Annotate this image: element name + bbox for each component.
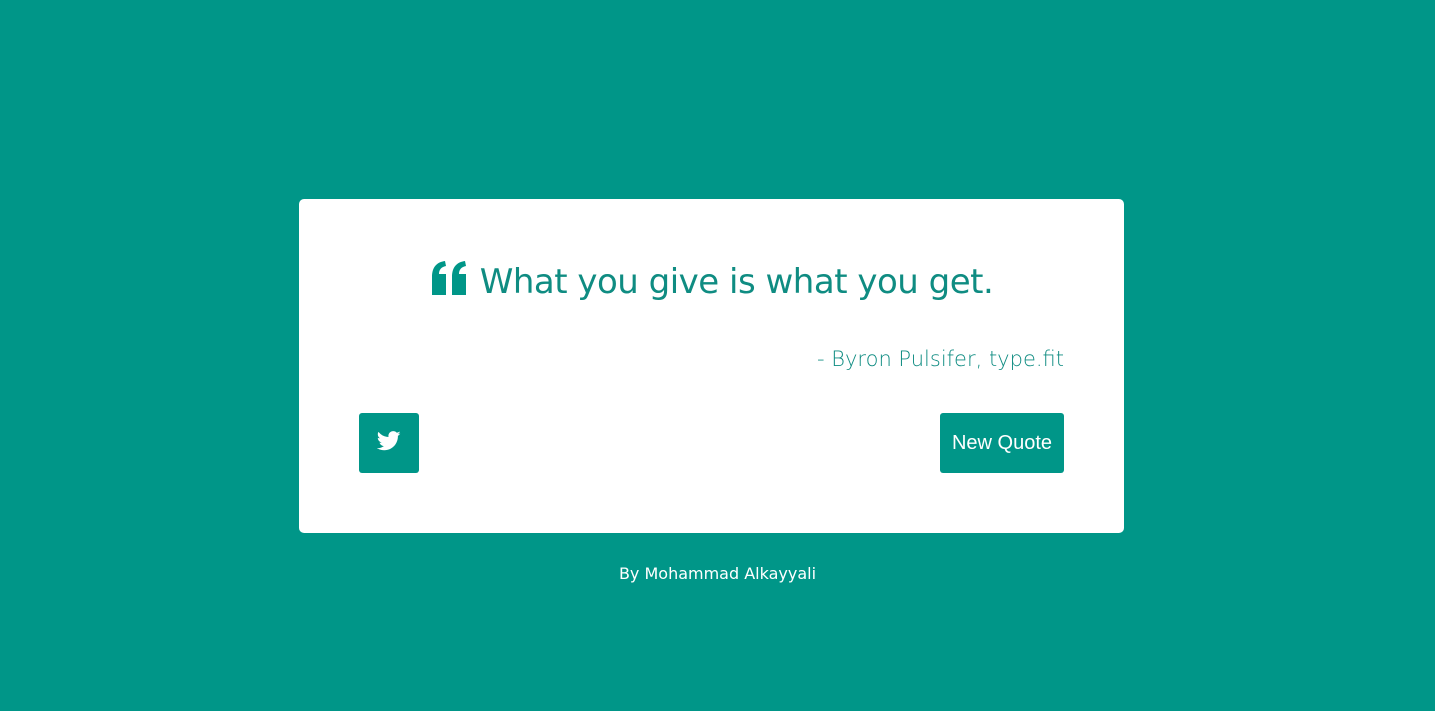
- quote-card: What you give is what you get. - Byron P…: [299, 199, 1124, 533]
- page: What you give is what you get. - Byron P…: [0, 0, 1435, 711]
- quote-author: - Byron Pulsifer, type.fit: [817, 347, 1064, 371]
- footer-credit: By Mohammad Alkayyali: [618, 564, 817, 583]
- quote-line: What you give is what you get.: [299, 257, 1124, 307]
- twitter-icon: [376, 431, 401, 455]
- tweet-button[interactable]: [359, 413, 419, 473]
- new-quote-button[interactable]: New Quote: [940, 413, 1064, 473]
- quote-left-icon: [430, 261, 470, 297]
- quote-text: What you give is what you get.: [479, 262, 994, 302]
